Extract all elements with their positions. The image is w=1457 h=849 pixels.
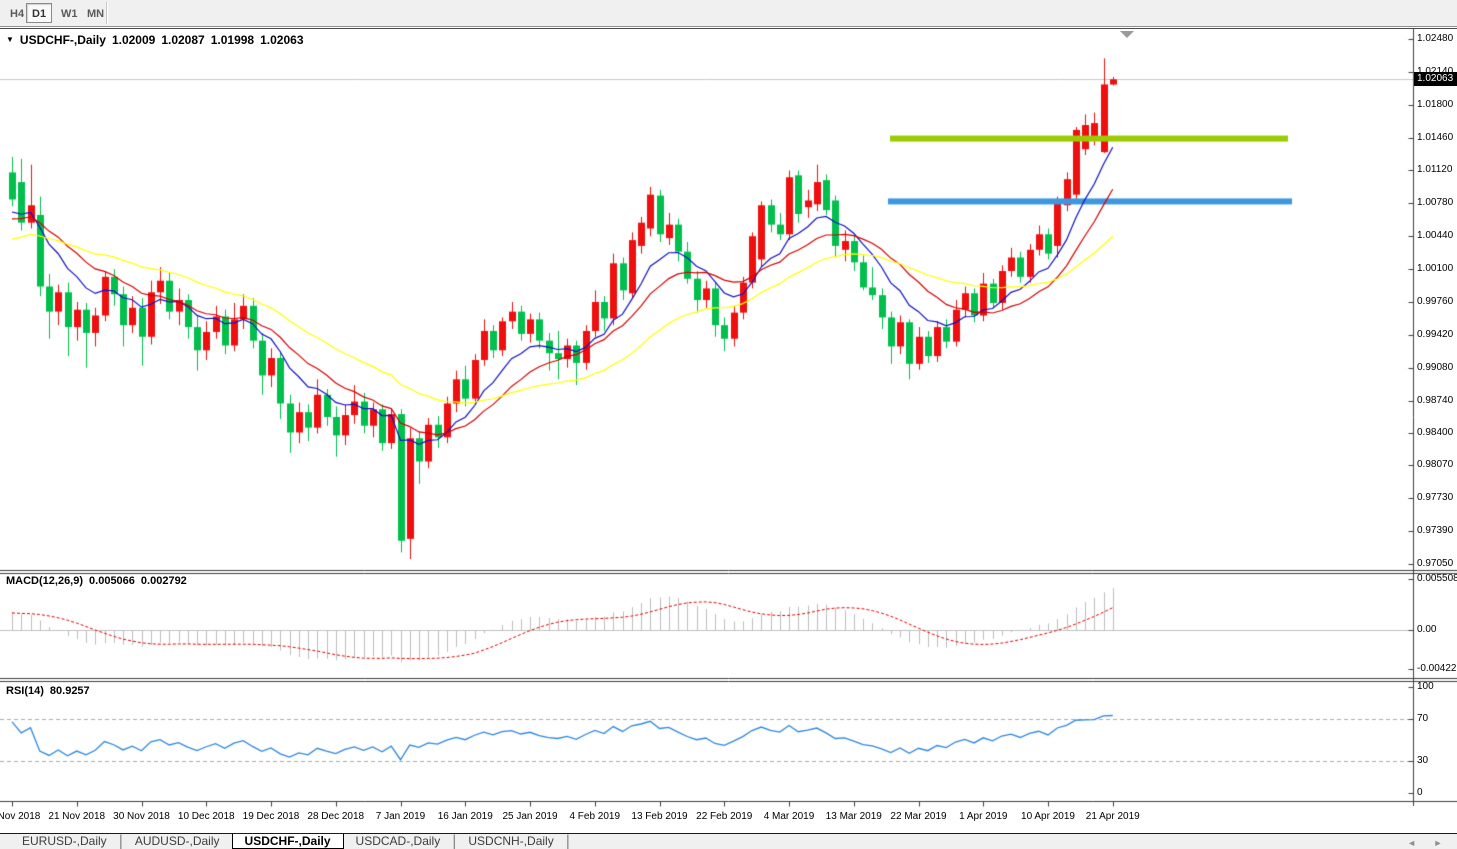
ohlc-open: 1.02009 — [112, 33, 155, 47]
tab-scroll-left-icon[interactable]: ◄ — [1401, 836, 1423, 849]
tab-scroll-right-icon[interactable]: ► — [1427, 836, 1449, 849]
chart-canvas[interactable] — [0, 29, 1457, 834]
collapse-triangle-icon[interactable]: ▼ — [6, 35, 14, 44]
current-price-badge: 1.02063 — [1414, 72, 1457, 86]
timeframe-button-w1[interactable]: W1 — [55, 3, 84, 23]
tab-usdcnh[interactable]: USDCNH-,Daily — [456, 834, 565, 849]
mt4-application: H4 D1 W1 MN ▼ USDCHF-,Daily 1.02009 1.02087… — [0, 0, 1457, 849]
ohlc-high: 1.02087 — [161, 33, 204, 47]
timeframe-button-d1[interactable]: D1 — [26, 3, 52, 23]
tab-eurusd[interactable]: EURUSD-,Daily — [10, 834, 119, 849]
ohlc-close: 1.02063 — [260, 33, 303, 47]
chart-title: ▼ USDCHF-,Daily 1.02009 1.02087 1.01998 1.020… — [6, 33, 304, 47]
chart-window: ▼ USDCHF-,Daily 1.02009 1.02087 1.01998 1.020… — [0, 28, 1457, 834]
tab-usdcad[interactable]: USDCAD-,Daily — [344, 834, 453, 849]
macd-indicator-label: MACD(12,26,9)0.0050660.002792 — [6, 575, 193, 587]
rsi-indicator-label: RSI(14)80.9257 — [6, 685, 96, 697]
tab-separator: | — [566, 834, 570, 849]
chart-tab-bar: EURUSD-,Daily | AUDUSD-,Daily USDCHF-,Da… — [0, 833, 1457, 849]
toolbar-separator — [106, 2, 108, 24]
chart-symbol-period: USDCHF-,Daily — [20, 33, 106, 47]
timeframe-toolbar: H4 D1 W1 MN — [0, 0, 1457, 27]
chart-shift-marker-icon[interactable] — [1120, 31, 1134, 38]
tab-usdchf[interactable]: USDCHF-,Daily — [232, 834, 344, 849]
tab-audusd[interactable]: AUDUSD-,Daily — [123, 834, 232, 849]
ohlc-low: 1.01998 — [211, 33, 254, 47]
